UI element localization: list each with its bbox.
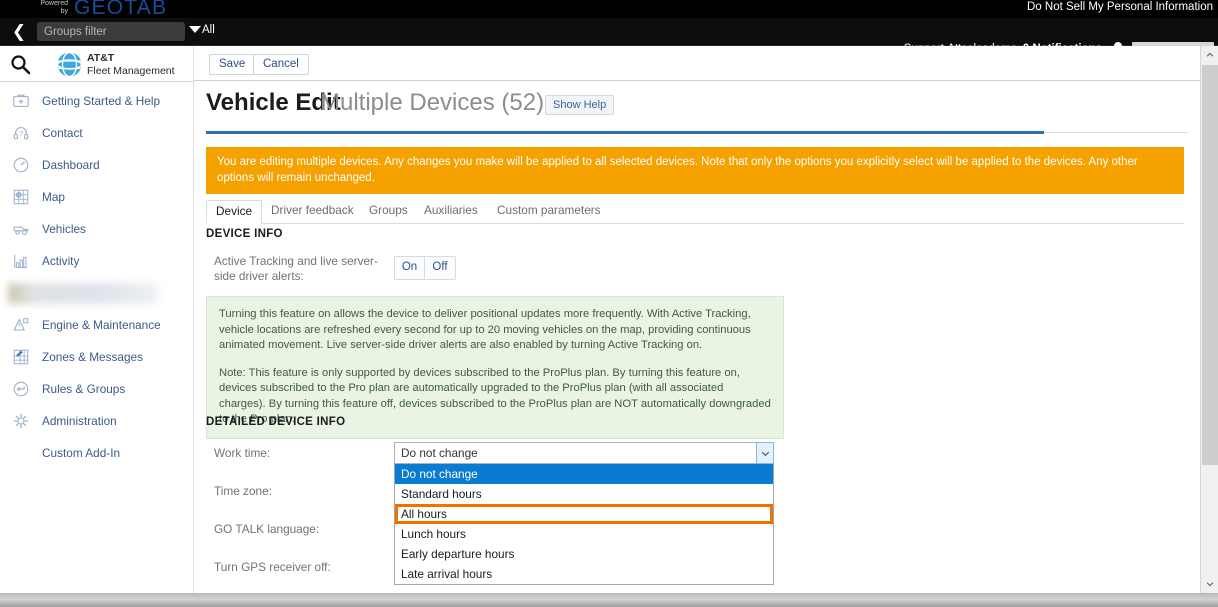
geotab-logo: GEOTAB: [74, 0, 168, 19]
work-time-options-list[interactable]: Do not change Standard hours All hours L…: [394, 464, 774, 585]
horizontal-scrollbar[interactable]: [0, 593, 1218, 607]
active-tracking-label: Active Tracking and live server-side dri…: [214, 254, 378, 283]
sidebar: AT&T Fleet Management Getting Started & …: [0, 46, 194, 607]
sidebar-item-custom-add-in[interactable]: Custom Add-In: [0, 437, 193, 469]
redacted-icon: [8, 283, 158, 304]
tab-custom-parameters[interactable]: Custom parameters: [488, 200, 610, 224]
active-tracking-toggle[interactable]: On Off: [394, 256, 456, 280]
sidebar-item-label: Activity: [42, 254, 80, 268]
sidebar-item-label: Getting Started & Help: [42, 94, 161, 108]
chevron-down-icon[interactable]: [1201, 575, 1218, 593]
tab-groups[interactable]: Groups: [360, 200, 417, 224]
sidebar-item-activity[interactable]: Activity: [0, 245, 193, 277]
toggle-on-button[interactable]: On: [395, 257, 425, 279]
gear-icon: [10, 410, 32, 432]
sidebar-item-label: Custom Add-In: [42, 446, 121, 460]
work-time-select[interactable]: Do not change: [394, 442, 774, 464]
groups-filter-input[interactable]: [37, 22, 185, 41]
brand-bar: Powered by GEOTAB Do Not Sell My Persona…: [0, 0, 1218, 19]
map-grid-icon: [10, 186, 32, 208]
top-nav-bar: ❮ All Support Attsalesdemo 0 Notificatio…: [0, 18, 1218, 60]
sidebar-item-contact[interactable]: ? Contact: [0, 117, 193, 149]
do-not-sell-link[interactable]: Do Not Sell My Personal Information: [1027, 1, 1213, 13]
gauge-icon: [10, 154, 32, 176]
save-button[interactable]: Save: [209, 54, 256, 75]
sidebar-item-label: Zones & Messages: [42, 350, 143, 364]
tab-device[interactable]: Device: [206, 200, 263, 224]
sidebar-header: AT&T Fleet Management: [0, 46, 193, 82]
headset-question-icon: ?: [10, 122, 32, 144]
groups-filter-all-label[interactable]: All: [202, 24, 215, 36]
page-title-row: Vehicle Edit Multiple Devices (52) Show …: [194, 89, 1200, 131]
sidebar-item-label: Vehicles: [42, 222, 86, 236]
edit-toolbar: Save Cancel: [194, 46, 1200, 81]
sidebar-item-label: Rules & Groups: [42, 382, 126, 396]
search-icon[interactable]: [9, 53, 31, 75]
sidebar-item-label: Map: [42, 190, 65, 204]
title-underline: [206, 131, 1044, 134]
sidebar-item-engine-maintenance[interactable]: Engine & Maintenance: [0, 309, 193, 341]
sidebar-brand-text: AT&T Fleet Management: [87, 52, 175, 77]
brand-line-1: AT&T: [87, 52, 115, 64]
brand-line-2: Fleet Management: [87, 64, 175, 77]
page-subtitle: Multiple Devices (52): [320, 89, 545, 116]
circular-arrow-icon: [10, 378, 32, 400]
option-late-arrival-hours[interactable]: Late arrival hours: [395, 564, 773, 584]
sidebar-item-label: Engine & Maintenance: [42, 318, 161, 332]
chevron-down-icon[interactable]: [756, 442, 774, 464]
work-time-label: Work time:: [214, 446, 271, 460]
sidebar-item-rules-groups[interactable]: Rules & Groups: [0, 373, 193, 405]
powered-by-text: Powered by: [40, 0, 68, 15]
sidebar-item-zones-messages[interactable]: Zones & Messages: [0, 341, 193, 373]
warning-triangle-icon: [10, 314, 32, 336]
device-info-section-title: DEVICE INFO: [206, 228, 283, 240]
sidebar-item-redacted[interactable]: [0, 277, 193, 309]
svg-text:?: ?: [19, 129, 23, 138]
time-zone-label: Time zone:: [214, 484, 272, 498]
option-lunch-hours[interactable]: Lunch hours: [395, 524, 773, 544]
sidebar-item-label: Contact: [42, 126, 83, 140]
sidebar-item-label: Dashboard: [42, 158, 100, 172]
tab-driver-feedback[interactable]: Driver feedback: [262, 200, 363, 224]
multi-edit-warning-banner: You are editing multiple devices. Any ch…: [206, 147, 1184, 194]
sidebar-item-getting-started[interactable]: Getting Started & Help: [0, 85, 193, 117]
tab-auxiliaries[interactable]: Auxiliaries: [415, 200, 487, 224]
sidebar-item-label: Administration: [42, 414, 117, 428]
sidebar-nav-list: Getting Started & Help ? Contact Dashboa…: [0, 82, 193, 469]
option-standard-hours[interactable]: Standard hours: [395, 484, 773, 504]
title-underline-rest: [1044, 132, 1188, 133]
turn-gps-off-label: Turn GPS receiver off:: [214, 560, 331, 574]
option-do-not-change[interactable]: Do not change: [395, 464, 773, 484]
info-paragraph-1: Turning this feature on allows the devic…: [219, 308, 751, 351]
option-early-departure-hours[interactable]: Early departure hours: [395, 544, 773, 564]
cancel-button[interactable]: Cancel: [253, 54, 309, 75]
detailed-device-info-section-title: DETAILED DEVICE INFO: [206, 416, 346, 428]
zone-pencil-icon: [10, 346, 32, 368]
chevron-up-icon[interactable]: [1201, 46, 1218, 64]
work-time-selected-value: Do not change: [401, 446, 478, 460]
sidebar-item-map[interactable]: Map: [0, 181, 193, 213]
first-aid-kit-icon: [10, 90, 32, 112]
vehicle-icon: [10, 218, 32, 240]
sidebar-item-administration[interactable]: Administration: [0, 405, 193, 437]
main-content: Save Cancel Vehicle Edit Multiple Device…: [194, 46, 1200, 607]
show-help-button[interactable]: Show Help: [545, 95, 615, 115]
chevron-down-icon[interactable]: [189, 26, 201, 33]
tab-bar: Device Driver feedback Groups Auxiliarie…: [206, 200, 1184, 224]
scrollbar-thumb[interactable]: [1202, 65, 1218, 465]
att-globe-icon: [56, 51, 83, 78]
bar-chart-icon: [10, 250, 32, 272]
option-all-hours[interactable]: All hours: [395, 504, 773, 524]
sidebar-item-vehicles[interactable]: Vehicles: [0, 213, 193, 245]
go-talk-language-label: GO TALK language:: [214, 522, 320, 536]
chevron-left-icon[interactable]: ❮: [10, 22, 28, 42]
vertical-scrollbar[interactable]: [1200, 46, 1218, 593]
toggle-off-button[interactable]: Off: [425, 257, 455, 279]
sidebar-item-dashboard[interactable]: Dashboard: [0, 149, 193, 181]
